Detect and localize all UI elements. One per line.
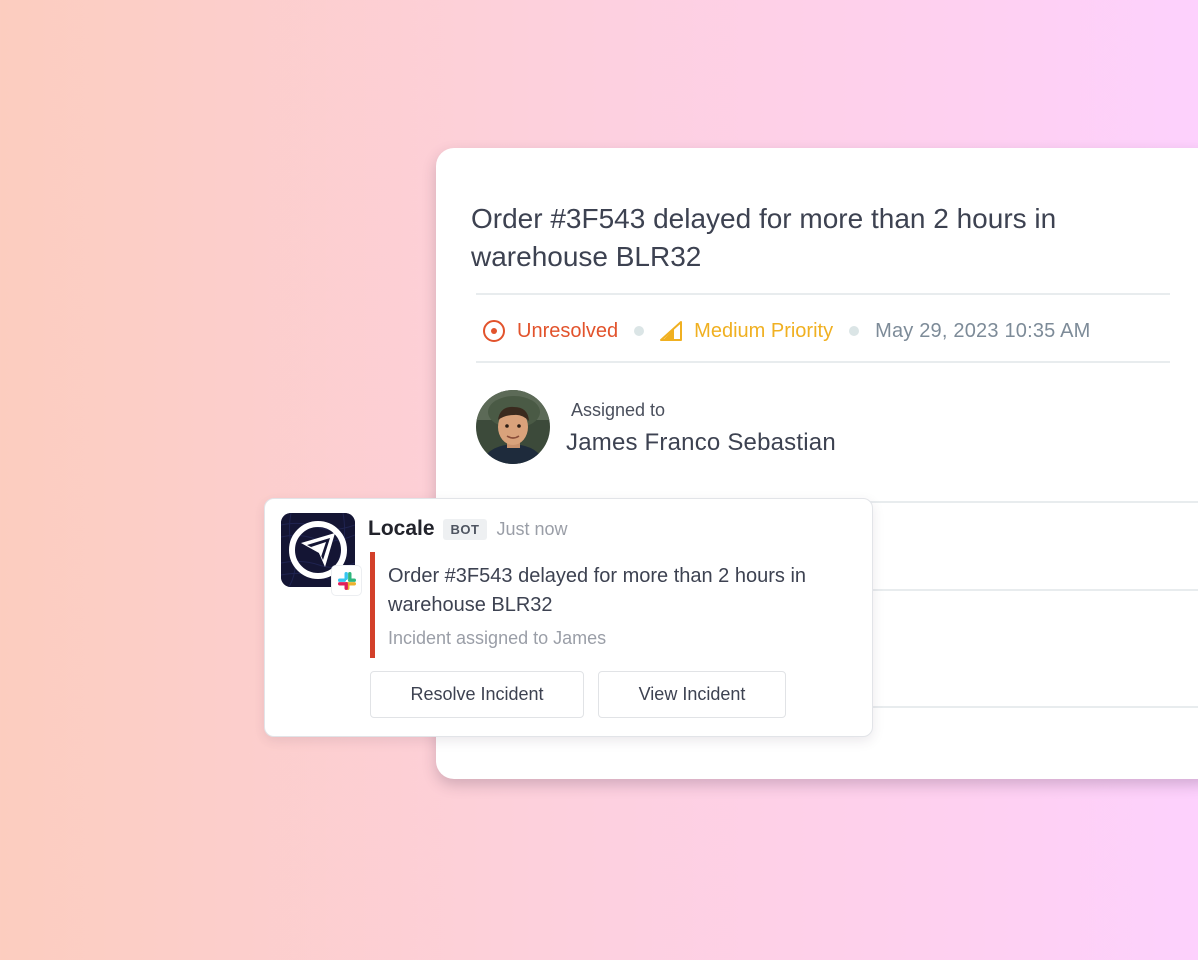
message-attachment: Order #3F543 delayed for more than 2 hou… [370,552,860,658]
divider [476,293,1170,295]
slack-icon [331,565,362,596]
avatar [476,390,550,464]
divider [476,361,1170,363]
priority-label: Medium Priority [694,319,834,342]
bot-tag: BOT [442,518,488,540]
assignee-section: Assigned to James Franco Sebastian [476,390,836,464]
attachment-title: Order #3F543 delayed for more than 2 hou… [388,565,807,616]
separator-dot [634,326,645,336]
slack-message-card: Locale BOT Just now Order #3F543 delayed… [264,498,873,737]
assignee-name[interactable]: James Franco Sebastian [566,429,836,457]
incident-title: Order #3F543 delayed for more than 2 hou… [471,203,1057,272]
assigned-to-label: Assigned to [571,399,666,420]
status-badge[interactable]: Unresolved [483,320,618,343]
incident-meta-row: Unresolved Medium Priority May 29, 2023 … [483,317,1091,345]
bot-name[interactable]: Locale [368,517,435,541]
message-time: Just now [496,518,568,539]
priority-badge[interactable]: Medium Priority [660,320,833,343]
view-incident-button[interactable]: View Incident [598,671,786,718]
attachment-subtitle: Incident assigned to James [388,628,607,648]
target-icon [483,320,505,342]
signal-icon [660,321,683,341]
incident-timestamp: May 29, 2023 10:35 AM [875,319,1091,342]
message-header: Locale BOT Just now [368,517,568,541]
status-label: Unresolved [517,319,619,342]
resolve-incident-button[interactable]: Resolve Incident [370,671,584,718]
separator-dot [849,326,860,336]
